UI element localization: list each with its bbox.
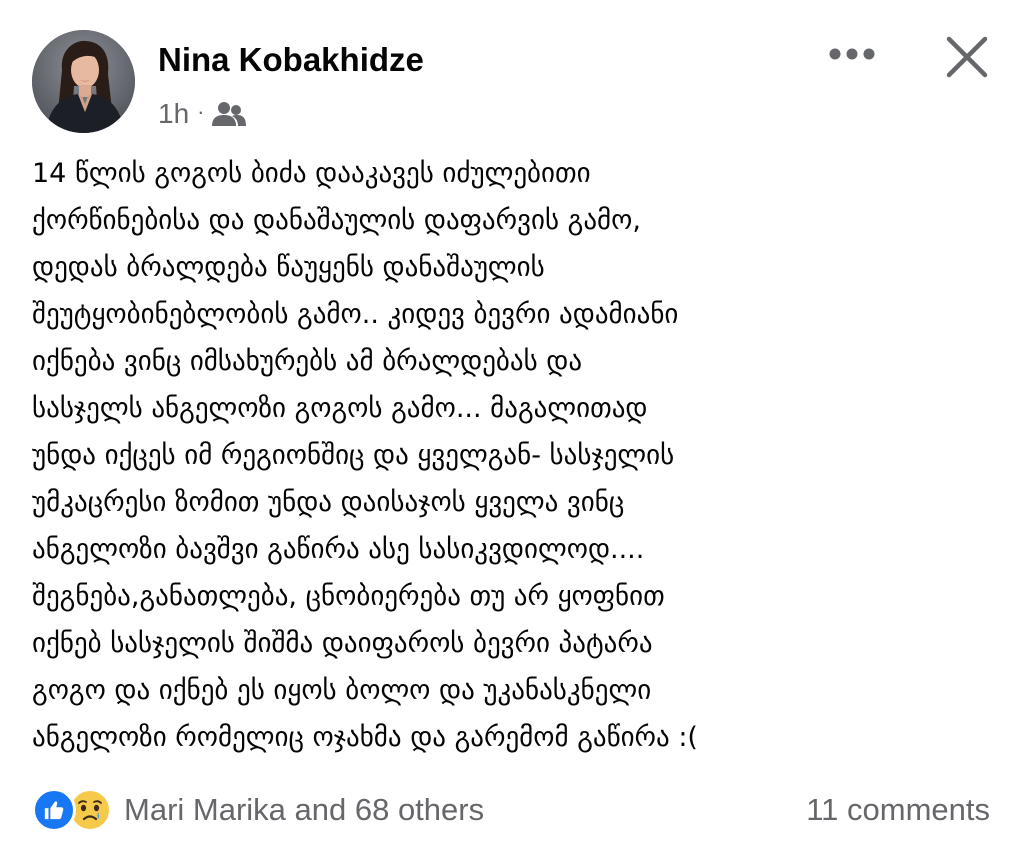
post-body: 14 წლის გოგოს ბიძა დააკავეს იძულებითი ქო… (32, 150, 1000, 761)
more-horizontal-icon (829, 48, 875, 60)
like-icon (32, 788, 76, 832)
post-body-line: უმკაცრესი ზომით უნდა დაისაჯოს ყველა ვინც (32, 487, 625, 518)
post-meta: 1h · (158, 94, 247, 134)
close-button[interactable] (938, 28, 996, 86)
post-body-line: შეგნება,განათლება, ცნობიერება თუ არ ყოფნ… (32, 581, 665, 612)
post-body-line: შეუტყობინებლობის გამო.. კიდევ ბევრი ადამ… (32, 299, 679, 330)
close-icon (946, 36, 988, 78)
reactions-summary[interactable]: Mari Marika and 68 others (32, 788, 484, 832)
post-body-line: დედას ბრალდება წაუყენს დანაშაულის (32, 252, 545, 283)
post-footer: Mari Marika and 68 others 11 comments (0, 778, 1024, 842)
post-time[interactable]: 1h (158, 98, 189, 130)
post-body-line: იქნებ სასჯელის შიშმა დაიფაროს ბევრი პატა… (32, 628, 653, 659)
facebook-post: Nina Kobakhidze 1h · 14 წლის გოგოს ბიძა … (0, 0, 1024, 849)
post-body-line: 14 წლის გოგოს ბიძა დააკავეს იძულებითი (32, 158, 591, 189)
avatar-photo (32, 30, 135, 133)
post-body-line: ქორწინებისა და დანაშაულის დაფარვის გამო, (32, 205, 641, 236)
comments-count-link[interactable]: 11 comments (806, 788, 990, 832)
post-body-line: უნდა იქცეს იმ რეგიონშიც და ყველგან- სასჯ… (32, 440, 675, 471)
avatar[interactable] (32, 30, 135, 133)
friends-icon[interactable] (212, 101, 247, 127)
post-header: Nina Kobakhidze 1h · (0, 0, 1024, 150)
post-body-line: გოგო და იქნებ ეს იყოს ბოლო და უკანასკნელ… (32, 675, 652, 706)
more-options-button[interactable] (822, 36, 882, 72)
post-body-line: ანგელოზი რომელიც ოჯახმა და გარემომ გაწირ… (32, 722, 698, 753)
post-body-line: ანგელოზი ბავშვი გაწირა ასე სასიკვდილოდ..… (32, 534, 645, 565)
post-body-line: იქნება ვინც იმსახურებს ამ ბრალდებას და (32, 346, 583, 377)
reactors-text[interactable]: Mari Marika and 68 others (124, 792, 484, 828)
author-name[interactable]: Nina Kobakhidze (158, 40, 424, 80)
post-body-line: სასჯელს ანგელოზი გოგოს გამო... მაგალითად (32, 393, 648, 424)
meta-separator: · (197, 99, 205, 124)
